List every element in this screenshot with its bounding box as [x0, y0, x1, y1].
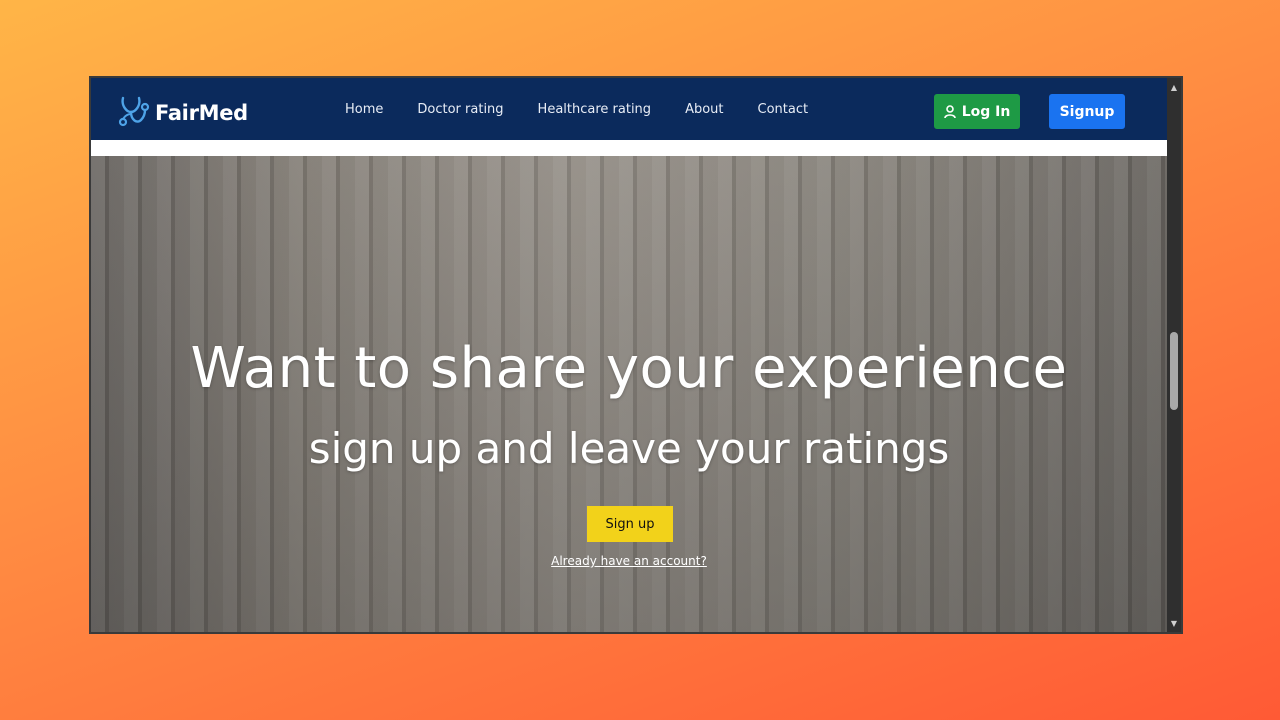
nav-link-about[interactable]: About: [685, 102, 723, 117]
scrollbar-thumb[interactable]: [1170, 332, 1178, 410]
logo-text: FairMed: [155, 101, 248, 125]
login-button[interactable]: Log In: [934, 94, 1020, 129]
hero-signup-label: Sign up: [605, 516, 655, 532]
nav-link-doctor-rating[interactable]: Doctor rating: [417, 102, 503, 117]
hero-subtitle: sign up and leave your ratings: [308, 424, 950, 473]
hero-title: Want to share your experience: [190, 336, 1068, 401]
arrow-up-icon[interactable]: ▲: [1167, 80, 1181, 94]
arrow-down-icon[interactable]: ▼: [1167, 616, 1181, 630]
nav-divider: [91, 140, 1167, 156]
logo[interactable]: FairMed: [117, 94, 248, 132]
hero-section: Want to share your experience sign up an…: [91, 156, 1167, 632]
signup-button-label: Signup: [1059, 103, 1115, 120]
stethoscope-icon: [117, 94, 151, 132]
navbar: FairMed Home Doctor rating Healthcare ra…: [91, 78, 1167, 140]
user-icon: [943, 104, 956, 119]
page-viewport: FairMed Home Doctor rating Healthcare ra…: [91, 78, 1167, 632]
already-have-account-link[interactable]: Already have an account?: [91, 554, 1167, 568]
login-button-label: Log In: [961, 103, 1011, 120]
nav-link-home[interactable]: Home: [345, 102, 383, 117]
nav-link-healthcare-rating[interactable]: Healthcare rating: [538, 102, 652, 117]
browser-window: FairMed Home Doctor rating Healthcare ra…: [89, 76, 1183, 634]
vertical-scrollbar[interactable]: ▲ ▼: [1167, 78, 1181, 632]
nav-links: Home Doctor rating Healthcare rating Abo…: [345, 78, 842, 140]
signup-button[interactable]: Signup: [1049, 94, 1125, 129]
nav-link-contact[interactable]: Contact: [758, 102, 809, 117]
hero-signup-button[interactable]: Sign up: [587, 506, 673, 542]
